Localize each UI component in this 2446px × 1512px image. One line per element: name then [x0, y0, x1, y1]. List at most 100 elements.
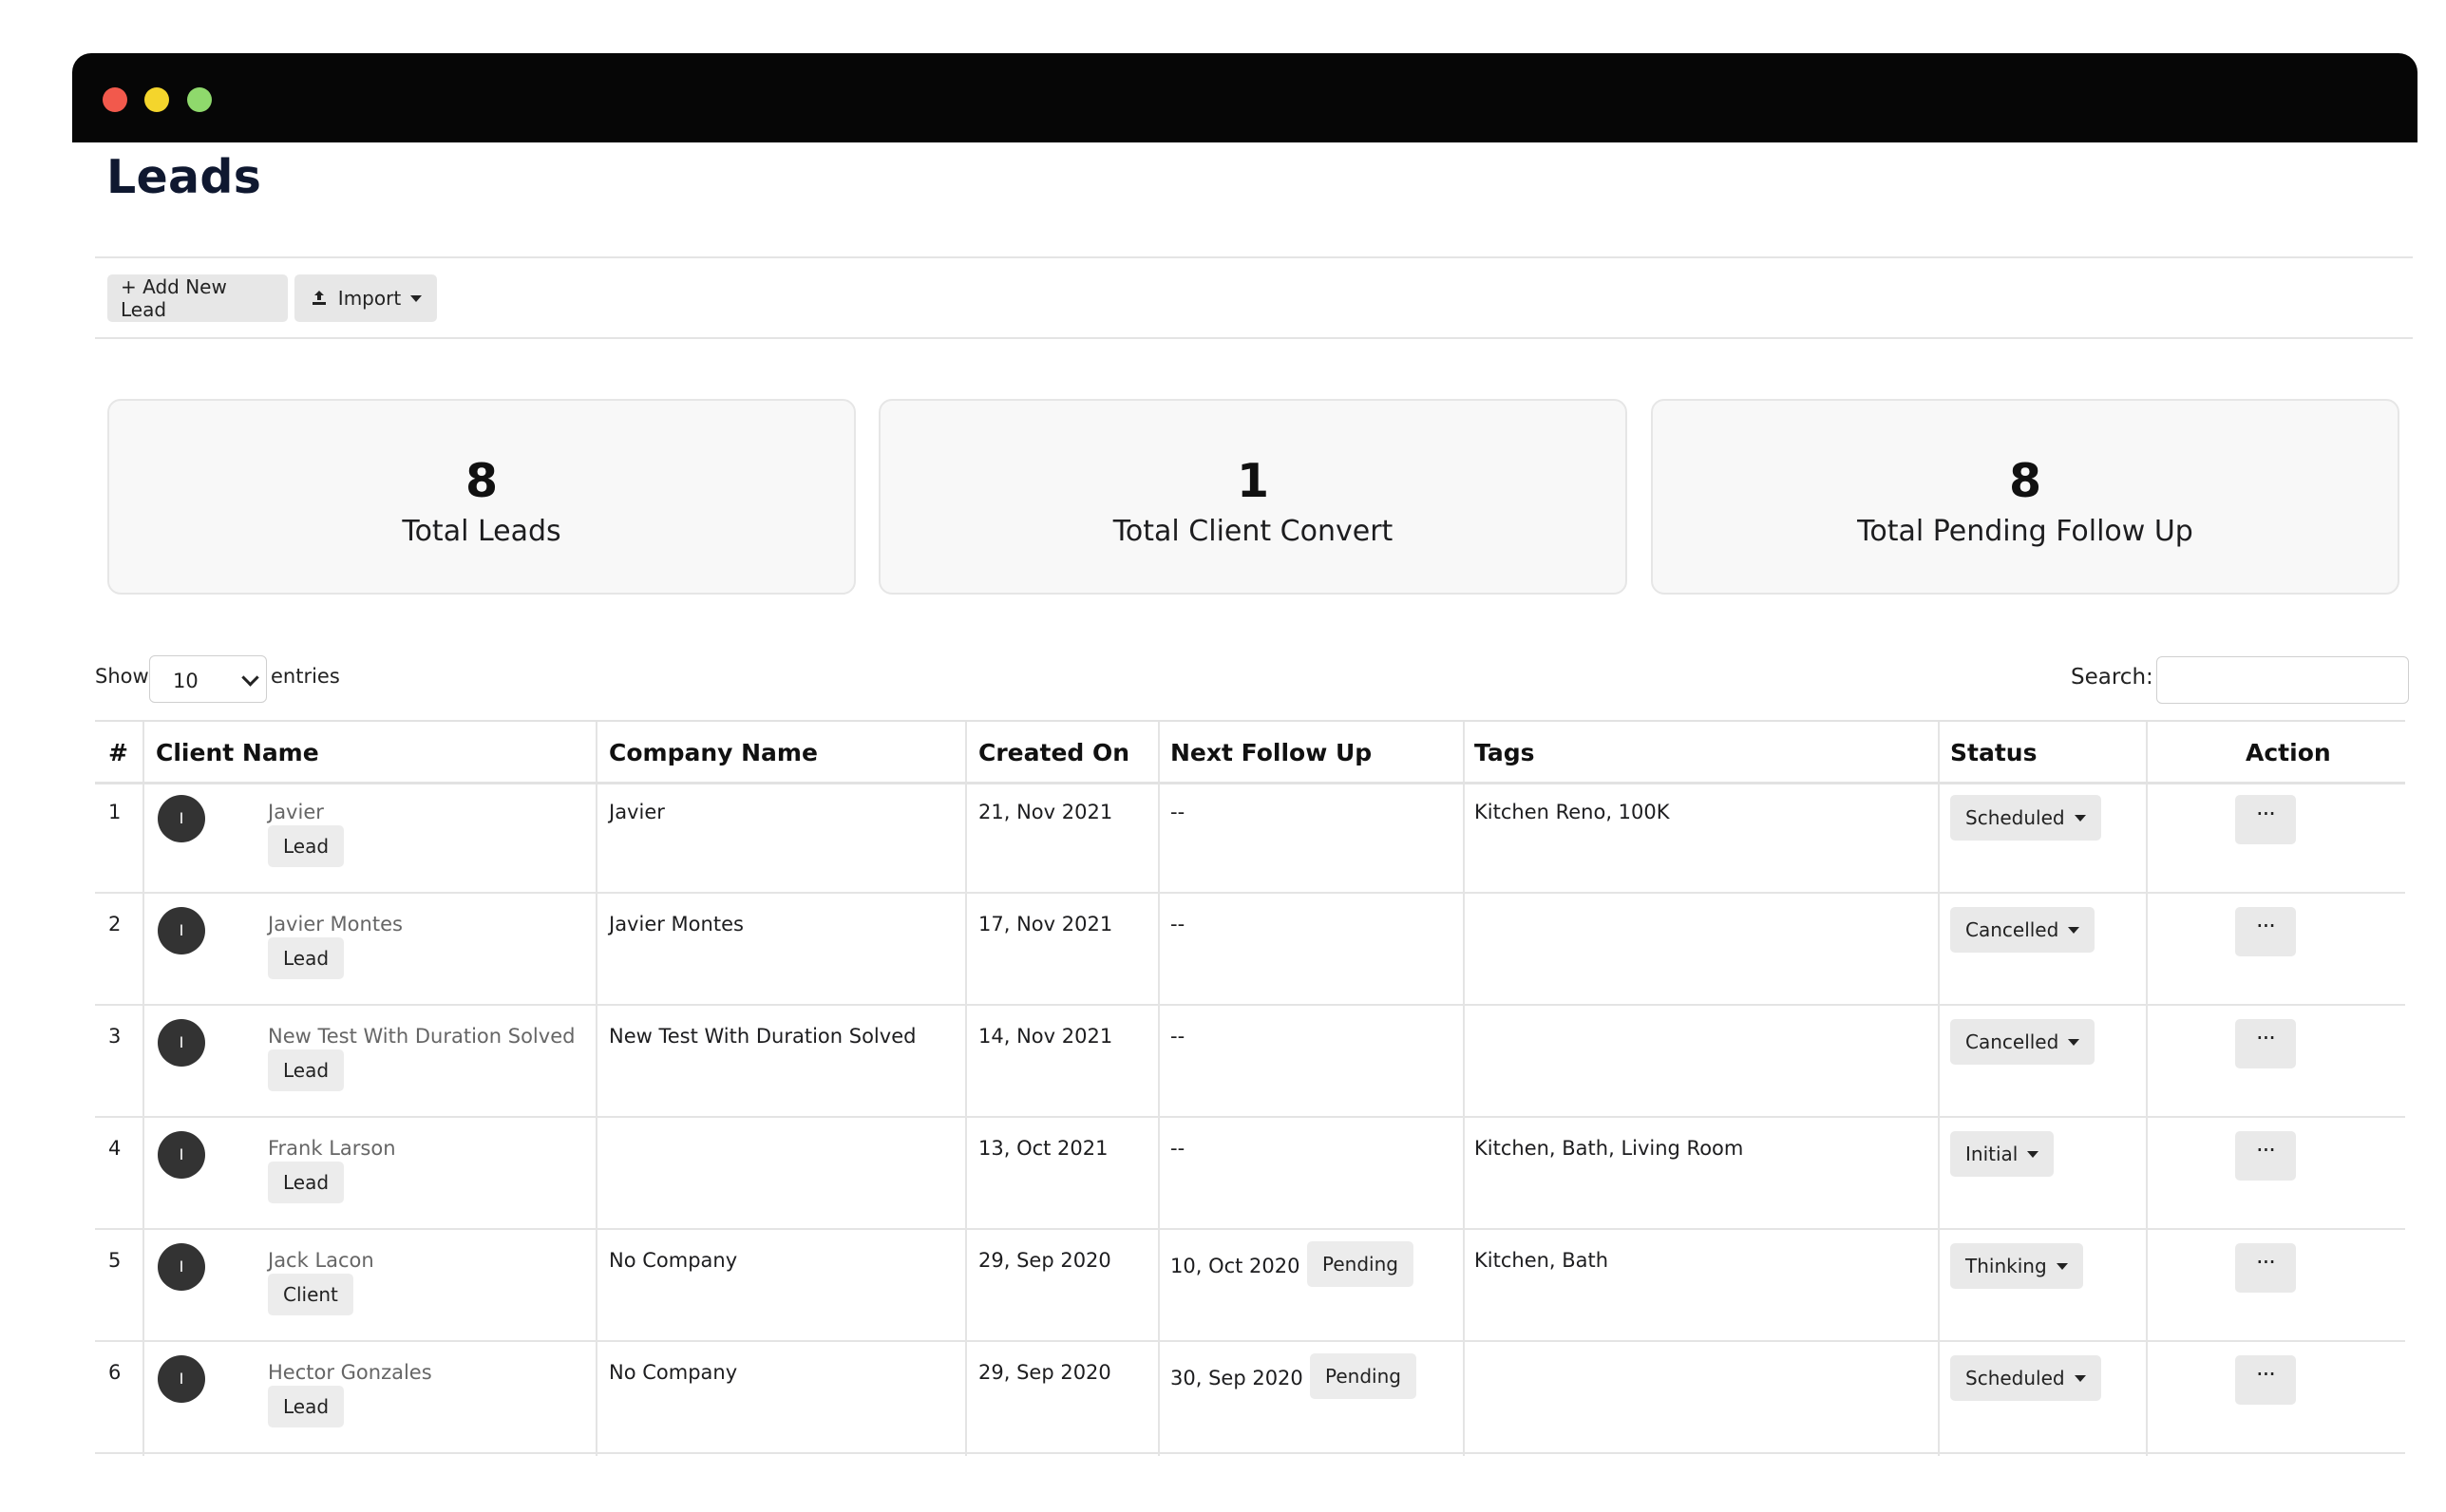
chevron-down-icon [2027, 1150, 2039, 1158]
created-on: 17, Nov 2021 [978, 913, 1113, 936]
column-header-next-follow-up[interactable]: Next Follow Up [1170, 739, 1372, 766]
more-actions-button[interactable]: ··· [2235, 1355, 2296, 1405]
company-name: Javier [609, 801, 665, 823]
row-number: 6 [108, 1361, 122, 1384]
chevron-down-icon [2068, 1038, 2080, 1046]
add-new-lead-label: + Add New Lead [121, 275, 227, 321]
column-header-client-name[interactable]: Client Name [156, 739, 319, 766]
status-dropdown[interactable]: Cancelled [1950, 1019, 2095, 1065]
next-follow-up: 10, Oct 2020 [1170, 1255, 1300, 1277]
search-label: Search: [2071, 665, 2153, 690]
import-label: Import [337, 287, 402, 310]
add-new-lead-button[interactable]: + Add New Lead [107, 274, 288, 322]
table-row: 2 I Javier Montes Lead Javier Montes 17,… [95, 894, 2405, 1006]
client-type-badge: Lead [268, 937, 345, 979]
status-dropdown[interactable]: Scheduled [1950, 795, 2101, 841]
client-type-badge: Lead [268, 1049, 345, 1091]
table-row: 3 I New Test With Duration Solved Lead N… [95, 1006, 2405, 1118]
company-name: No Company [609, 1249, 738, 1272]
status-label: Initial [1965, 1143, 2019, 1165]
created-on: 14, Nov 2021 [978, 1025, 1113, 1048]
stat-value: 8 [465, 454, 499, 508]
status-label: Cancelled [1965, 1030, 2059, 1053]
close-window-button[interactable] [103, 87, 127, 112]
status-dropdown[interactable]: Thinking [1950, 1243, 2083, 1289]
stat-label: Total Pending Follow Up [1857, 515, 2193, 548]
avatar: I [158, 795, 205, 842]
status-label: Cancelled [1965, 918, 2059, 941]
created-on: 29, Sep 2020 [978, 1361, 1111, 1384]
avatar: I [158, 1131, 205, 1179]
column-header-company-name[interactable]: Company Name [609, 739, 818, 766]
status-label: Scheduled [1965, 806, 2065, 829]
import-button[interactable]: Import [294, 274, 437, 322]
chevron-down-icon [241, 669, 259, 687]
tags: Kitchen Reno, 100K [1474, 801, 1670, 823]
column-header-action: Action [2246, 739, 2331, 766]
client-type-badge: Lead [268, 825, 345, 867]
company-name: No Company [609, 1361, 738, 1384]
stat-card-total-client-convert: 1 Total Client Convert [879, 399, 1627, 595]
company-name: Javier Montes [609, 913, 744, 936]
status-dropdown[interactable]: Initial [1950, 1131, 2055, 1177]
stat-card-total-leads: 8 Total Leads [107, 399, 856, 595]
chevron-down-icon [2074, 814, 2086, 822]
tags: Kitchen, Bath [1474, 1249, 1609, 1272]
next-follow-up: -- [1170, 1025, 1185, 1048]
page-title: Leads [106, 150, 262, 204]
client-type-badge: Client [268, 1274, 353, 1315]
row-number: 3 [108, 1025, 122, 1048]
client-name[interactable]: Javier Montes [268, 913, 403, 936]
chevron-down-icon [2056, 1262, 2068, 1270]
row-number: 5 [108, 1249, 122, 1272]
next-follow-up: -- [1170, 913, 1185, 936]
client-name[interactable]: Javier [268, 801, 324, 823]
table-row: 1 I Javier Lead Javier 21, Nov 2021 -- K… [95, 782, 2405, 894]
search-input[interactable] [2156, 656, 2409, 704]
divider [95, 256, 2413, 258]
more-actions-button[interactable]: ··· [2235, 1131, 2296, 1181]
entries-select[interactable]: 10 [149, 655, 267, 703]
column-header-status[interactable]: Status [1950, 739, 2037, 766]
status-label: Scheduled [1965, 1367, 2065, 1389]
created-on: 21, Nov 2021 [978, 801, 1113, 823]
next-follow-up: 30, Sep 2020 [1170, 1367, 1303, 1389]
more-actions-button[interactable]: ··· [2235, 1243, 2296, 1293]
row-number: 2 [108, 913, 122, 936]
more-icon: ··· [2256, 1249, 2276, 1276]
upload-icon [312, 291, 326, 305]
more-icon: ··· [2256, 1137, 2276, 1163]
column-header-created-on[interactable]: Created On [978, 739, 1129, 766]
column-header-tags[interactable]: Tags [1474, 739, 1534, 766]
row-number: 4 [108, 1137, 122, 1160]
created-on: 29, Sep 2020 [978, 1249, 1111, 1272]
avatar: I [158, 1355, 205, 1403]
stat-label: Total Leads [402, 515, 561, 548]
company-name: New Test With Duration Solved [609, 1025, 917, 1048]
status-dropdown[interactable]: Cancelled [1950, 907, 2095, 953]
status-label: Thinking [1965, 1255, 2047, 1277]
window-titlebar [72, 53, 2418, 142]
more-actions-button[interactable]: ··· [2235, 1019, 2296, 1068]
column-header-number[interactable]: # [108, 739, 128, 766]
show-label: Show [95, 665, 149, 688]
maximize-window-button[interactable] [187, 87, 212, 112]
client-name[interactable]: Hector Gonzales [268, 1361, 432, 1384]
minimize-window-button[interactable] [144, 87, 169, 112]
tags: Kitchen, Bath, Living Room [1474, 1137, 1744, 1160]
client-name[interactable]: Jack Lacon [268, 1249, 374, 1272]
more-actions-button[interactable]: ··· [2235, 795, 2296, 844]
next-follow-up: -- [1170, 1137, 1185, 1160]
created-on: 13, Oct 2021 [978, 1137, 1109, 1160]
client-type-badge: Lead [268, 1386, 345, 1427]
divider [95, 337, 2413, 339]
more-icon: ··· [2256, 1361, 2276, 1388]
follow-up-status-badge: Pending [1310, 1353, 1416, 1399]
avatar: I [158, 907, 205, 954]
client-name[interactable]: New Test With Duration Solved [268, 1025, 575, 1048]
more-actions-button[interactable]: ··· [2235, 907, 2296, 956]
client-name[interactable]: Frank Larson [268, 1137, 396, 1160]
stat-label: Total Client Convert [1112, 515, 1394, 548]
status-dropdown[interactable]: Scheduled [1950, 1355, 2101, 1401]
stat-value: 1 [1236, 454, 1270, 508]
